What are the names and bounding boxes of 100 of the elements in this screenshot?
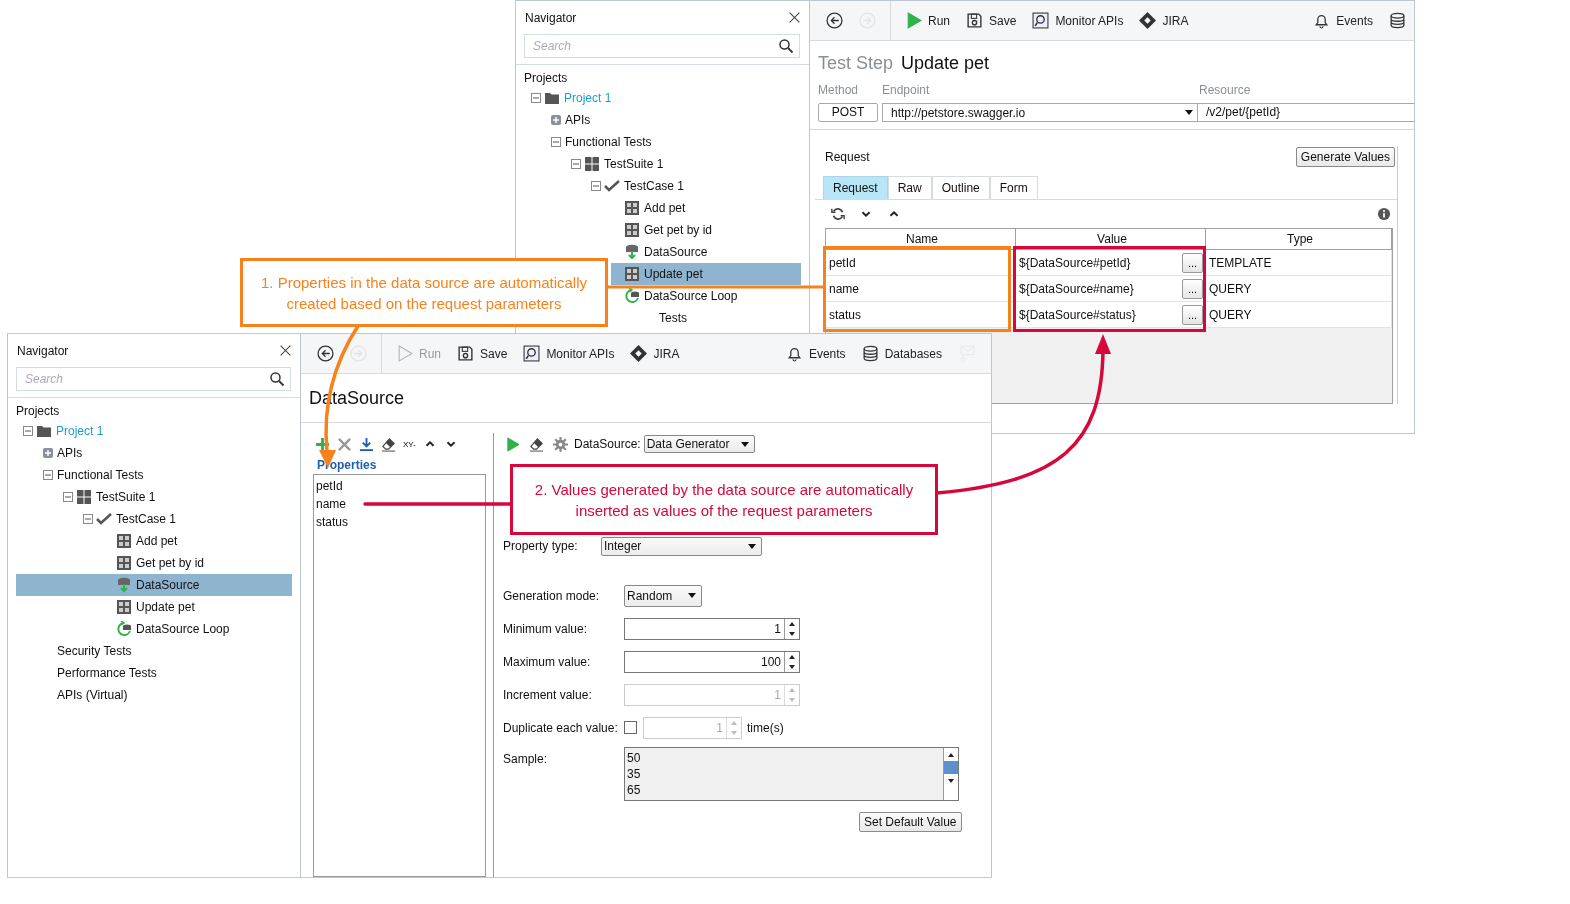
column-header: Name — [826, 229, 1016, 249]
list-item[interactable]: name — [316, 495, 485, 513]
collapse-toggle[interactable] — [63, 492, 73, 502]
toolbar-button[interactable]: Events — [1305, 1, 1381, 40]
number-field[interactable]: 1 — [624, 617, 800, 640]
tile-icon — [624, 222, 640, 238]
collapse-toggle[interactable] — [571, 159, 581, 169]
play-icon — [905, 12, 922, 29]
tree-item[interactable]: TestSuite 1 — [16, 486, 292, 508]
close-icon[interactable] — [788, 11, 801, 24]
table-cell: TEMPLATE — [1206, 250, 1392, 275]
toolbar-button[interactable]: Events — [777, 334, 854, 373]
toolbar-button[interactable]: Databases — [853, 334, 950, 373]
edit-button[interactable]: ... — [1182, 304, 1203, 325]
resource-field[interactable]: /v2/pet/{petId} — [1198, 103, 1414, 122]
tree-item[interactable]: DataSource — [611, 241, 801, 263]
dropdown[interactable]: Integer — [601, 536, 762, 556]
expand-toggle[interactable] — [43, 448, 53, 458]
table-cell: ${DataSource#name} — [1019, 281, 1134, 296]
tree-item[interactable]: Get pet by id — [16, 552, 292, 574]
collapse-toggle[interactable] — [531, 93, 541, 103]
collapse-toggle[interactable] — [591, 181, 601, 191]
tree-item[interactable]: Add pet — [611, 197, 801, 219]
generate-values-button[interactable]: Generate Values — [1295, 147, 1395, 167]
list-item: 65 — [627, 782, 642, 798]
toolbar-button[interactable]: Save — [449, 334, 516, 373]
eraser-icon[interactable] — [381, 436, 396, 452]
dropdown[interactable]: Random — [624, 584, 702, 607]
table-cell: status — [826, 302, 1016, 327]
toolbar-button[interactable]: XY- — [403, 439, 416, 449]
refresh-icon[interactable] — [831, 207, 845, 221]
tab[interactable]: Raw — [887, 176, 932, 199]
tree-item[interactable]: Security Tests — [16, 640, 292, 662]
toolbar-button[interactable]: Save — [958, 1, 1025, 40]
tree-item[interactable]: Update pet — [16, 596, 292, 618]
play-icon[interactable] — [505, 436, 520, 452]
toolbar-button[interactable]: JIRA — [1131, 1, 1197, 40]
tab[interactable]: Request — [823, 176, 888, 199]
set-default-value-button[interactable]: Set Default Value — [859, 812, 962, 832]
list-item[interactable]: petId — [316, 477, 485, 495]
tree-item[interactable]: Add pet — [16, 530, 292, 552]
tree-item[interactable]: Get pet by id — [611, 219, 801, 241]
edit-button[interactable]: ... — [1182, 252, 1203, 273]
search-field[interactable]: Search — [16, 367, 291, 391]
tree-item[interactable]: Update pet — [611, 263, 801, 285]
close-icon[interactable] — [279, 344, 292, 357]
toolbar-button[interactable]: Run — [897, 1, 958, 40]
table-cell: ${DataSource#status} — [1019, 307, 1136, 322]
endpoint-dropdown[interactable]: http://petstore.swagger.io — [882, 103, 1198, 122]
collapse-toggle[interactable] — [23, 426, 33, 436]
tree-item[interactable]: APIs (Virtual) — [16, 684, 292, 706]
section-label: Projects — [516, 64, 809, 85]
tile-icon — [116, 533, 132, 549]
tree-item[interactable]: DataSource — [16, 574, 292, 596]
tree-item[interactable]: TestCase 1 — [591, 175, 801, 197]
scrollbar[interactable] — [943, 748, 958, 800]
collapse-toggle[interactable] — [43, 470, 53, 480]
tree-item[interactable]: Functional Tests — [16, 464, 292, 486]
field-label: Increment value: — [503, 687, 593, 702]
datasource-dropdown[interactable]: Data Generator — [643, 435, 755, 453]
table-cell: ${DataSource#petId} — [1019, 255, 1131, 270]
forward-icon — [350, 345, 367, 362]
download-icon[interactable] — [359, 436, 374, 452]
collapse-toggle[interactable] — [83, 514, 93, 524]
tree-item[interactable]: APIs — [551, 109, 801, 131]
field-label: Resource — [1199, 83, 1251, 97]
tree-item[interactable]: TestCase 1 — [16, 508, 292, 530]
field-label: Duplicate each value: — [503, 720, 619, 735]
tree-item[interactable]: APIs — [16, 442, 292, 464]
method-field[interactable]: POST — [818, 103, 878, 122]
toolbar-button[interactable]: Monitor APIs — [515, 334, 623, 373]
tree-item[interactable]: TestSuite 1 — [571, 153, 801, 175]
delete-icon[interactable] — [337, 436, 352, 452]
toolbar-button[interactable]: Monitor APIs — [1024, 1, 1132, 40]
database-icon — [1389, 12, 1406, 29]
database-icon — [861, 345, 879, 362]
field-label: Endpoint — [882, 83, 931, 97]
toolbar-button[interactable]: JIRA — [622, 334, 688, 373]
tab[interactable]: Form — [989, 176, 1038, 199]
expand-toggle[interactable] — [551, 115, 561, 125]
tree-item[interactable]: Tests — [612, 307, 801, 329]
save-icon — [457, 345, 474, 362]
edit-button[interactable]: ... — [1182, 278, 1203, 299]
tree-item[interactable]: DataSource Loop — [611, 285, 801, 307]
list-item: 50 — [627, 750, 642, 766]
tree-item[interactable]: DataSource Loop — [16, 618, 292, 640]
tab[interactable]: Outline — [931, 176, 990, 199]
tree-item[interactable]: Functional Tests — [551, 131, 801, 153]
search-field[interactable]: Search — [524, 34, 800, 58]
list-item[interactable]: status — [316, 513, 485, 531]
section-label: Request — [825, 150, 870, 164]
tile-icon — [624, 266, 640, 282]
settings-icon[interactable] — [553, 436, 568, 452]
field-label: Minimum value: — [503, 621, 589, 636]
tree-item[interactable]: Performance Tests — [16, 662, 292, 684]
collapse-toggle[interactable] — [551, 137, 561, 147]
play-icon — [396, 345, 413, 362]
eraser-icon[interactable] — [529, 436, 544, 452]
number-field[interactable]: 100 — [624, 650, 800, 673]
plus-icon[interactable] — [315, 436, 330, 452]
